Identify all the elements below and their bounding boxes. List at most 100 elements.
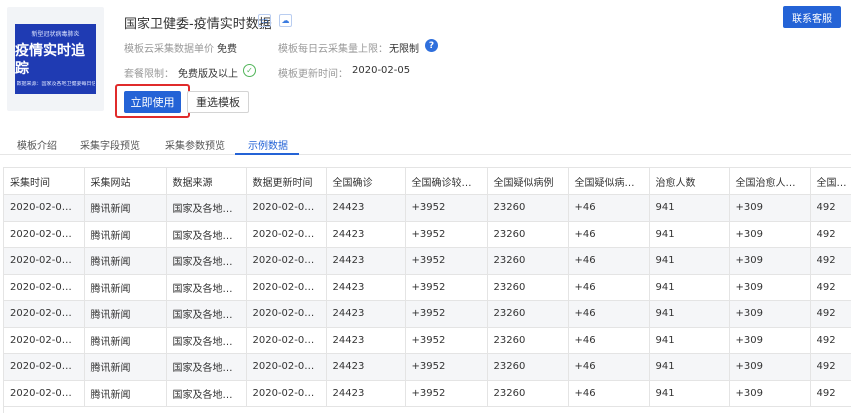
column-header: 治愈人数 xyxy=(649,167,730,195)
table-cell: 2020-02-05 16... xyxy=(246,300,327,328)
reselect-template-button[interactable]: 重选模板 xyxy=(187,91,249,113)
table-cell: 2020-02-05 16... xyxy=(4,221,85,248)
table-row: 2020-02-05 16...腾讯新闻国家及各地卫...2020-02-05 … xyxy=(4,247,851,275)
table-cell: +46 xyxy=(568,353,650,381)
table-cell: 24423 xyxy=(326,327,406,354)
column-header: 全国死亡 xyxy=(810,167,851,195)
table-cell: 国家及各地卫... xyxy=(166,327,247,354)
cloud-icon: ☁ xyxy=(279,14,292,27)
table-cell: 24423 xyxy=(326,300,406,328)
column-header: 全国治愈人数... xyxy=(729,167,811,195)
table-cell: 2020-02-05 16... xyxy=(246,327,327,354)
tab-sample-data[interactable]: 示例数据 xyxy=(248,137,288,152)
table-row: 2020-02-05 16...腾讯新闻国家及各地卫...2020-02-05 … xyxy=(4,380,851,407)
template-thumbnail: 新型冠状病毒肺炎 疫情实时追踪 数据来源：国家及各地卫健委每日信息发布 xyxy=(7,7,104,111)
table-cell: 国家及各地卫... xyxy=(166,300,247,328)
table-cell: 941 xyxy=(649,221,730,248)
thumbnail-bottom-text: 数据来源：国家及各地卫健委每日信息发布 xyxy=(16,80,95,87)
desktop-icon: ▭ xyxy=(258,14,271,27)
table-cell: 2020-02-05 16... xyxy=(246,353,327,381)
active-tab-indicator xyxy=(235,153,299,155)
daily-limit-value: 无限制 xyxy=(389,44,419,55)
table-cell: +3952 xyxy=(405,221,488,248)
table-cell: 国家及各地卫... xyxy=(166,247,247,275)
table-cell: 国家及各地卫... xyxy=(166,380,247,407)
table-cell: 492 xyxy=(810,221,851,248)
table-cell: 24423 xyxy=(326,274,406,301)
table-cell: 2020-02-05 16... xyxy=(4,194,85,222)
table-cell: 2020-02-05 16... xyxy=(4,300,85,328)
unit-price-label: 模板云采集数据单价 xyxy=(124,44,214,55)
table-cell: +46 xyxy=(568,194,650,222)
table-cell: +3952 xyxy=(405,327,488,354)
table-cell: 23260 xyxy=(487,274,569,301)
table-cell: 24423 xyxy=(326,221,406,248)
table-cell: 国家及各地卫... xyxy=(166,353,247,381)
table-cell: 2020-02-05 16... xyxy=(246,194,327,222)
table-cell: +3952 xyxy=(405,353,488,381)
table-cell: 492 xyxy=(810,194,851,222)
table-cell: 492 xyxy=(810,353,851,381)
data-table: 采集时间 采集网站 数据来源 数据更新时间 全国确诊 全国确诊较上日 全国疑似病… xyxy=(4,167,851,407)
table-cell: 23260 xyxy=(487,194,569,222)
table-cell: +46 xyxy=(568,247,650,275)
table-cell: 941 xyxy=(649,380,730,407)
table-cell: +309 xyxy=(729,221,811,248)
table-cell: 492 xyxy=(810,274,851,301)
thumbnail-image: 新型冠状病毒肺炎 疫情实时追踪 数据来源：国家及各地卫健委每日信息发布 xyxy=(15,24,96,94)
table-row: 2020-02-05 16...腾讯新闻国家及各地卫...2020-02-05 … xyxy=(4,353,851,381)
table-cell: 941 xyxy=(649,300,730,328)
table-cell: 腾讯新闻 xyxy=(84,194,167,222)
column-header: 数据来源 xyxy=(166,167,247,195)
contact-support-button[interactable]: 联系客服 xyxy=(783,6,841,28)
tab-intro[interactable]: 模板介绍 xyxy=(17,137,57,152)
column-header: 全国确诊较上日 xyxy=(405,167,488,195)
table-cell: 2020-02-05 16... xyxy=(4,353,85,381)
table-cell: +3952 xyxy=(405,380,488,407)
table-cell: +46 xyxy=(568,300,650,328)
updated-label: 模板更新时间： xyxy=(278,69,348,80)
table-cell: 2020-02-05 16... xyxy=(4,327,85,354)
question-icon[interactable]: ? xyxy=(425,39,438,52)
template-detail-page: 新型冠状病毒肺炎 疫情实时追踪 数据来源：国家及各地卫健委每日信息发布 国家卫健… xyxy=(0,0,851,419)
table-cell: 492 xyxy=(810,247,851,275)
use-now-button[interactable]: 立即使用 xyxy=(124,91,181,113)
column-header: 全国疑似病例 xyxy=(487,167,569,195)
tab-param-preview[interactable]: 采集参数预览 xyxy=(165,137,225,152)
table-cell: 23260 xyxy=(487,380,569,407)
table-row: 2020-02-05 16...腾讯新闻国家及各地卫...2020-02-05 … xyxy=(4,274,851,301)
table-body: 2020-02-05 16...腾讯新闻国家及各地卫...2020-02-05 … xyxy=(4,194,851,407)
table-cell: 24423 xyxy=(326,194,406,222)
table-cell: 腾讯新闻 xyxy=(84,353,167,381)
table-cell: +3952 xyxy=(405,300,488,328)
table-cell: 23260 xyxy=(487,247,569,275)
table-cell: +46 xyxy=(568,380,650,407)
table-cell: +309 xyxy=(729,247,811,275)
table-cell: 2020-02-05 16... xyxy=(246,274,327,301)
unit-price-value: 免费 xyxy=(217,44,237,55)
column-header: 全国确诊 xyxy=(326,167,406,195)
table-cell: 腾讯新闻 xyxy=(84,327,167,354)
table-cell: 24423 xyxy=(326,247,406,275)
table-cell: 941 xyxy=(649,274,730,301)
table-cell: 腾讯新闻 xyxy=(84,380,167,407)
table-cell: 23260 xyxy=(487,300,569,328)
table-cell: 2020-02-05 16... xyxy=(246,221,327,248)
plan-value: 免费版及以上 xyxy=(178,69,238,80)
check-circle-icon: ✓ xyxy=(243,64,256,77)
table-cell: 941 xyxy=(649,194,730,222)
table-cell: 492 xyxy=(810,380,851,407)
thumbnail-main-text: 疫情实时追踪 xyxy=(15,42,85,77)
tab-field-preview[interactable]: 采集字段预览 xyxy=(80,137,140,152)
daily-limit-label: 模板每日云采集量上限： xyxy=(278,44,388,55)
table-row: 2020-02-05 16...腾讯新闻国家及各地卫...2020-02-05 … xyxy=(4,327,851,354)
table-row: 2020-02-05 16...腾讯新闻国家及各地卫...2020-02-05 … xyxy=(4,194,851,222)
table-cell: 23260 xyxy=(487,353,569,381)
table-row: 2020-02-05 16...腾讯新闻国家及各地卫...2020-02-05 … xyxy=(4,221,851,248)
table-cell: 23260 xyxy=(487,221,569,248)
table-cell: 24423 xyxy=(326,353,406,381)
table-cell: +46 xyxy=(568,327,650,354)
table-cell: 2020-02-05 16... xyxy=(4,247,85,275)
table-cell: 23260 xyxy=(487,327,569,354)
table-cell: 国家及各地卫... xyxy=(166,274,247,301)
